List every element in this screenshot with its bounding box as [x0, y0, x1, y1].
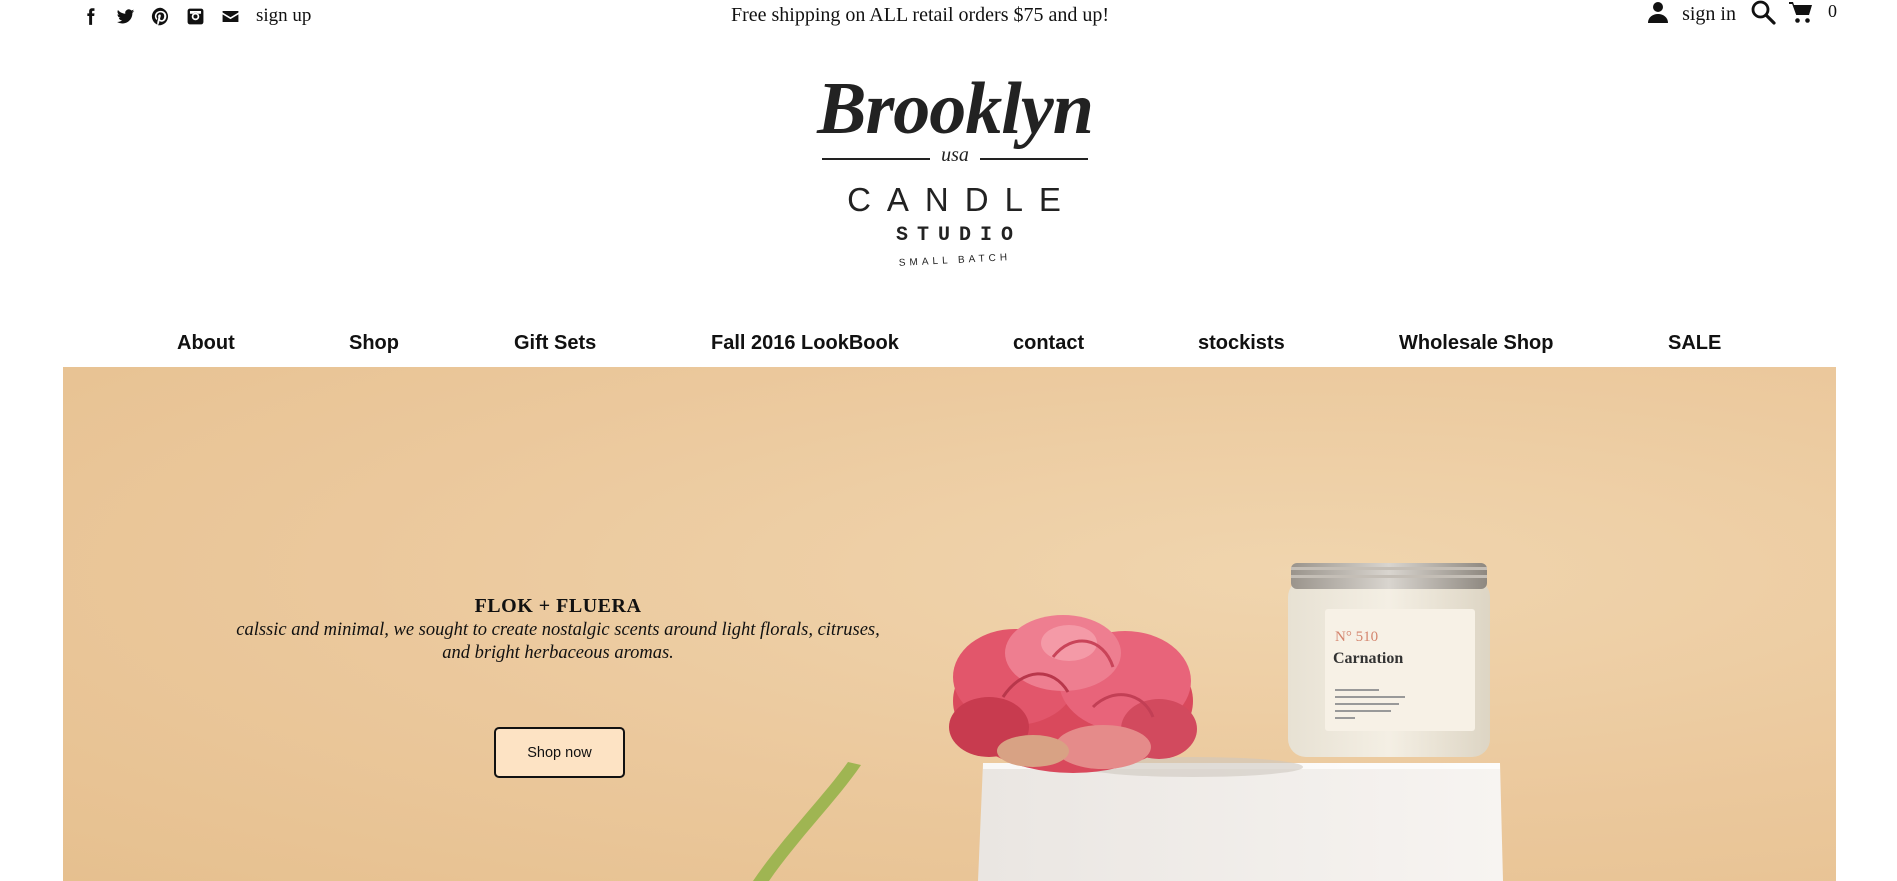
nav-item-wholesale-shop[interactable]: Wholesale Shop — [1399, 332, 1553, 355]
nav-item-contact[interactable]: contact — [1013, 332, 1084, 355]
hero-banner: N° 510 Carnation FLOK + FLUERA calssic a… — [63, 367, 1836, 881]
nav-item-about[interactable]: About — [177, 332, 235, 355]
nav-item-gift-sets[interactable]: Gift Sets — [514, 332, 596, 355]
hero-title: FLOK + FLUERA — [474, 595, 642, 617]
logo-script-text: Brooklyn — [817, 68, 1094, 150]
logo-small-batch-text: SMALL BATCH — [898, 252, 1012, 269]
jar-label — [1325, 609, 1475, 731]
logo-candle-text: CANDLE — [847, 181, 1077, 218]
flower — [949, 615, 1197, 773]
logo-usa-row: usa — [810, 144, 1100, 170]
search-icon[interactable] — [1750, 0, 1776, 30]
hero-description: calssic and minimal, we sought to create… — [236, 620, 880, 663]
logo-rule-right — [980, 158, 1088, 160]
jar-name-text: Carnation — [1333, 650, 1403, 667]
sign-in-link[interactable]: sign in — [1682, 3, 1736, 26]
nav-item-stockists[interactable]: stockists — [1198, 332, 1285, 355]
user-icon[interactable] — [1646, 0, 1670, 29]
logo-usa-text: usa — [941, 144, 969, 166]
flower-stem — [753, 762, 861, 881]
white-pedestal — [978, 763, 1503, 881]
jar-number-text: N° 510 — [1335, 629, 1378, 645]
cart-icon[interactable] — [1788, 0, 1814, 30]
cart-count: 0 — [1828, 0, 1837, 21]
nav-item-lookbook[interactable]: Fall 2016 LookBook — [711, 332, 899, 355]
promo-banner: Free shipping on ALL retail orders $75 a… — [730, 4, 1110, 26]
shop-now-button[interactable]: Shop now — [494, 727, 625, 778]
logo-rule-left — [822, 158, 930, 160]
main-nav: About Shop Gift Sets Fall 2016 LookBook … — [63, 332, 1836, 368]
nav-item-shop[interactable]: Shop — [349, 332, 399, 355]
brand-logo[interactable]: Brooklyn usa CANDLE STUDIO SMALL BATCH — [810, 64, 1100, 294]
logo-studio-text: STUDIO — [895, 224, 1022, 247]
nav-item-sale[interactable]: SALE — [1668, 332, 1721, 355]
account-area: sign in 0 — [1646, 0, 1837, 28]
top-bar: sign up Free shipping on ALL retail orde… — [0, 0, 1897, 34]
